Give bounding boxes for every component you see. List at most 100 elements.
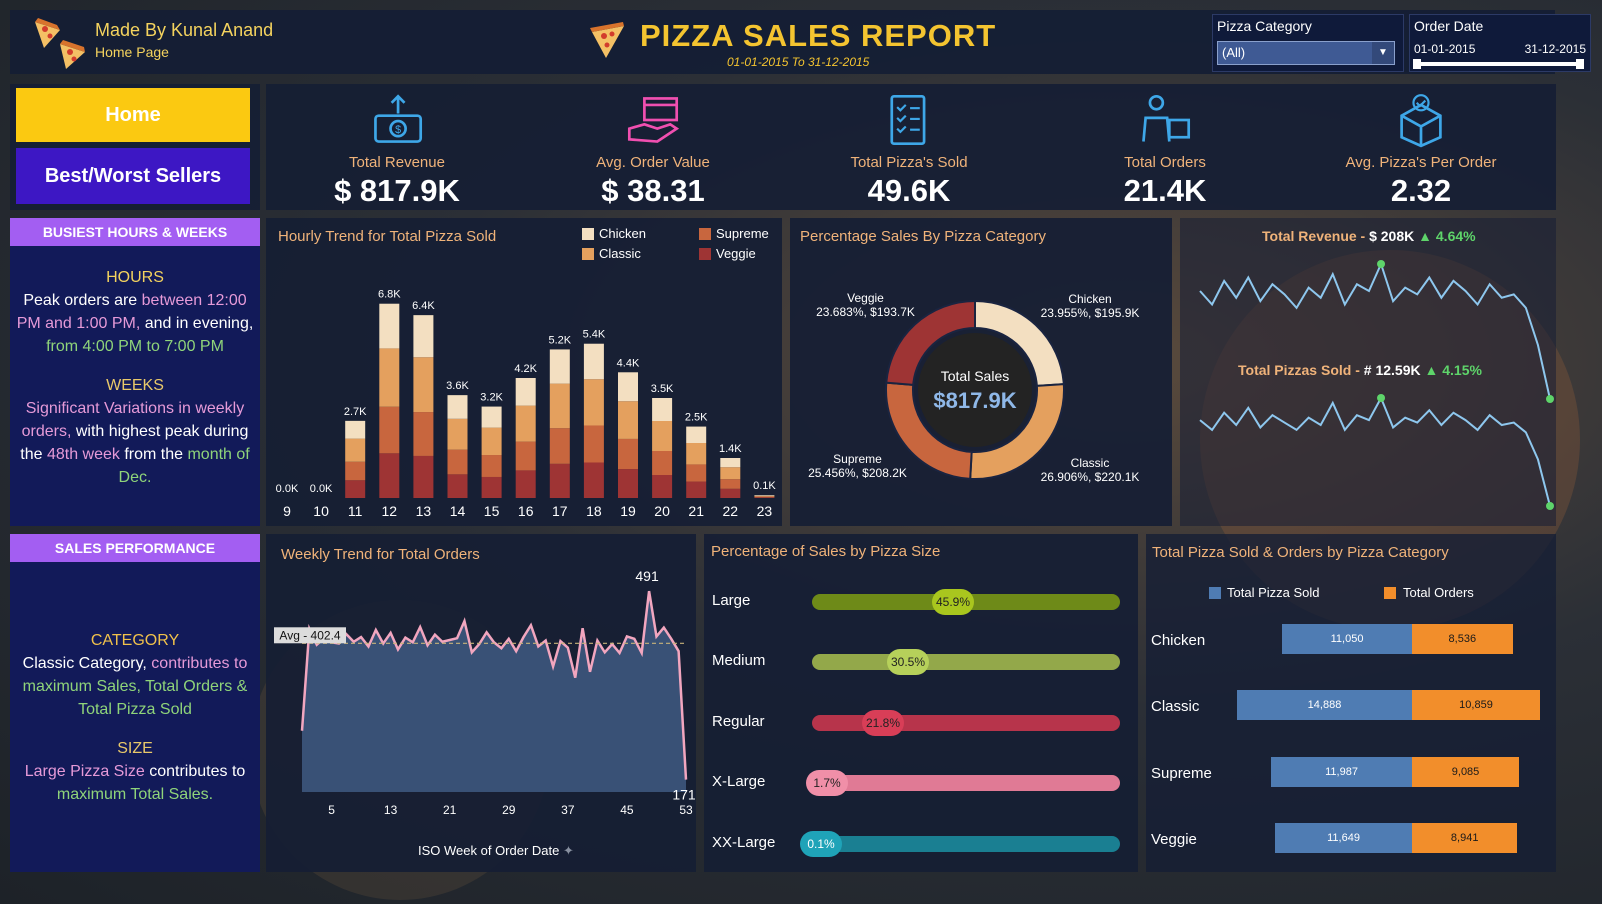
hourly-bar-segment-chicken [583, 343, 604, 380]
hourly-bar-segment-classic [515, 405, 536, 442]
sparkline-charts [1199, 260, 1554, 510]
home-button[interactable]: Home [16, 88, 250, 142]
sold-bar: 14,888 [1237, 690, 1412, 720]
hourly-data-label: 0.1K [753, 480, 776, 492]
donut-label-detail: 26.906%, $220.1K [1040, 470, 1140, 484]
hourly-x-tick: 19 [620, 503, 636, 519]
donut-label-veggie: Veggie 23.683%, $193.7K [808, 291, 923, 319]
donut-label-supreme: Supreme 25.456%, $208.2K [800, 452, 915, 480]
donut-label-name: Chicken [1068, 292, 1112, 306]
hourly-bar-segment-chicken [754, 495, 775, 496]
size-chart-panel [704, 534, 1138, 872]
donut-label-classic: Classic 26.906%, $220.1K [1030, 456, 1150, 484]
hourly-data-label: 3.6K [446, 380, 469, 392]
badge-box-icon [1393, 92, 1449, 148]
hourly-bar-segment-supreme [413, 412, 434, 456]
category-text: Classic Category, contributes to maximum… [12, 652, 258, 721]
size-bar-knob: 21.8% [862, 710, 904, 736]
hourly-bar-segment-chicken [345, 420, 366, 439]
hourly-data-label: 2.7K [344, 406, 367, 418]
filter-label: Order Date [1414, 18, 1484, 34]
hourly-bar-segment-classic [379, 348, 400, 407]
category-text-3: maximum Sales, Total Orders & Total Pizz… [22, 678, 248, 718]
donut-label-detail: 25.456%, $208.2K [808, 466, 907, 480]
hourly-bar-segment-classic [754, 495, 775, 497]
size-chart-title: Percentage of Sales by Pizza Size [711, 543, 941, 560]
hourly-bar-segment-veggie [652, 475, 673, 498]
kpi-label: Total Revenue [349, 154, 445, 171]
hourly-data-label: 6.4K [412, 300, 435, 312]
size-label-medium: Medium [712, 652, 766, 669]
hourly-bar-segment-veggie [481, 476, 502, 498]
kpi-value: 49.6K [867, 173, 951, 208]
weekly-x-tick: 21 [443, 803, 457, 817]
hourly-bar-segment-veggie [549, 463, 570, 498]
hours-title: HOURS [106, 269, 164, 286]
category-select[interactable]: (All) ▼ [1217, 41, 1395, 65]
hourly-x-tick: 20 [654, 503, 670, 519]
category-label-supreme: Supreme [1151, 765, 1212, 782]
orders-bar: 9,085 [1412, 757, 1520, 787]
spark-max-dot [1377, 394, 1386, 402]
hourly-bar-segment-supreme [345, 461, 366, 481]
chevron-down-icon[interactable]: ▼ [1372, 42, 1394, 64]
size-text-2: contributes to [144, 763, 246, 780]
weeks-text-3: 48th week [46, 446, 120, 463]
weekly-max-label: 491 [635, 568, 659, 584]
hourly-bar-segment-chicken [481, 406, 502, 428]
size-bar-track [812, 654, 1120, 670]
size-bar-knob: 0.1% [800, 831, 842, 857]
hourly-bar-segment-classic [549, 383, 570, 429]
filter-label: Pizza Category [1217, 18, 1312, 34]
hourly-bar-segment-classic [686, 443, 707, 465]
slider-handle-start[interactable] [1413, 59, 1421, 69]
hourly-bar-segment-supreme [447, 449, 468, 475]
hours-insight: HOURS Peak orders are between 12:00 PM a… [12, 266, 258, 489]
hourly-bar-segment-classic [652, 421, 673, 451]
hourly-bar-segment-veggie [413, 455, 434, 498]
hourly-bar-segment-supreme [652, 451, 673, 475]
legend-swatch-sold [1209, 587, 1221, 599]
date-slider[interactable] [1416, 62, 1582, 66]
pizzas-sparkline [1199, 395, 1551, 507]
page-name: Home Page [95, 44, 169, 60]
hourly-bar-segment-classic [481, 427, 502, 456]
size-bar-track [812, 775, 1120, 791]
hourly-x-tick: 14 [450, 503, 466, 519]
report-date-range: 01-01-2015 To 31-12-2015 [727, 55, 870, 69]
hourly-x-tick: 10 [313, 503, 329, 519]
hourly-bar-segment-supreme [754, 496, 775, 498]
kpi-value: 2.32 [1390, 173, 1452, 208]
pin-icon[interactable]: ✦ [563, 843, 574, 858]
hours-text: Peak orders are between 12:00 PM and 1:0… [12, 289, 258, 358]
hours-text-4: from 4:00 PM to 7:00 PM [46, 338, 224, 355]
hourly-bar-segment-chicken [515, 378, 536, 406]
weekly-x-tick: 37 [561, 803, 575, 817]
size-label-regular: Regular [712, 713, 765, 730]
hourly-bar-segment-classic [413, 357, 434, 413]
size-text-1: Large Pizza Size [24, 763, 145, 780]
author-credit: Made By Kunal Anand [95, 20, 274, 40]
weeks-text: Significant Variations in weekly orders,… [12, 397, 258, 489]
donut-center-label: Total Sales [940, 368, 1010, 384]
slider-handle-end[interactable] [1576, 59, 1584, 69]
legend-swatch-orders [1384, 587, 1396, 599]
hourly-data-label: 2.5K [685, 412, 708, 424]
hourly-bar-segment-supreme [686, 464, 707, 482]
svg-text:$: $ [395, 124, 401, 136]
size-bar-knob: 30.5% [887, 649, 929, 675]
hourly-bar-segment-veggie [686, 481, 707, 498]
hourly-bar-segment-chicken [379, 303, 400, 349]
hourly-bar-segment-classic [618, 401, 638, 439]
weeks-title: WEEKS [106, 377, 164, 394]
hourly-x-tick: 17 [552, 503, 568, 519]
hourly-x-tick: 11 [348, 503, 363, 519]
best-worst-sellers-button[interactable]: Best/Worst Sellers [16, 148, 250, 204]
hourly-bar-segment-chicken [549, 349, 570, 384]
hourly-x-tick: 21 [688, 503, 704, 519]
legend-label-orders: Total Orders [1403, 585, 1474, 600]
hourly-x-tick: 22 [723, 503, 739, 519]
hourly-data-label: 3.5K [651, 383, 674, 395]
hourly-data-label: 3.2K [480, 392, 503, 404]
category-text-2: contributes to [146, 655, 248, 672]
